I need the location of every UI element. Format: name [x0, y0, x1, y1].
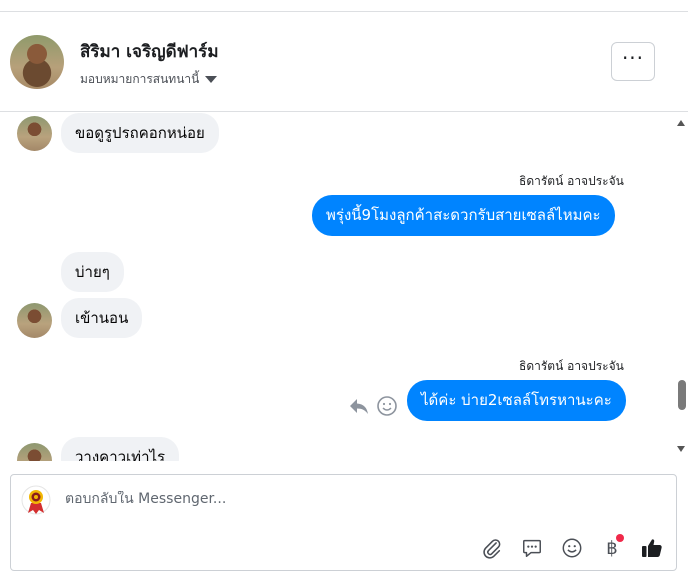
assign-conversation-dropdown[interactable]: มอบหมายการสนทนานี้	[80, 70, 218, 89]
scroll-down-arrow[interactable]	[677, 446, 685, 452]
incoming-message-bubble[interactable]: เข้านอน	[61, 298, 143, 338]
saved-replies-button[interactable]	[518, 534, 546, 562]
thumbs-up-icon	[642, 539, 662, 557]
message-thread[interactable]: ขอดูรูปรถคอกหน่อย ธิดารัตน์ อาจประจัน พร…	[0, 113, 688, 461]
smiley-icon[interactable]	[376, 395, 398, 417]
page-logo-icon	[21, 485, 51, 515]
assign-label: มอบหมายการสนทนานี้	[80, 72, 200, 86]
contact-avatar-small	[17, 116, 52, 151]
emoji-icon	[562, 538, 582, 558]
attach-button[interactable]	[478, 534, 506, 562]
contact-name[interactable]: สิริมา เจริญดีฟาร์ม	[80, 38, 219, 65]
like-button[interactable]	[638, 534, 666, 562]
outgoing-message-bubble[interactable]: ได้ค่ะ บ่าย2เซลล์โทรหานะคะ	[407, 380, 626, 421]
incoming-message-bubble[interactable]: วางคาวเท่าไร	[61, 437, 180, 461]
scrollbar-thumb[interactable]	[678, 380, 686, 410]
payment-button[interactable]: ฿	[598, 534, 626, 562]
paperclip-icon	[483, 539, 501, 559]
contact-avatar-small	[17, 303, 52, 338]
scroll-up-arrow[interactable]	[677, 120, 685, 126]
reply-input[interactable]	[65, 491, 625, 507]
more-horizontal-icon: ···	[621, 45, 645, 70]
incoming-message-bubble[interactable]: ขอดูรูปรถคอกหน่อย	[61, 113, 219, 153]
conversation-header: สิริมา เจริญดีฟาร์ม มอบหมายการสนทนานี้ ·…	[0, 12, 688, 112]
caret-down-icon	[205, 76, 218, 83]
outgoing-message-bubble[interactable]: พรุ่งนี้9โมงลูกค้าสะดวกรับสายเซลล์ไหมคะ	[312, 195, 615, 236]
incoming-message-bubble[interactable]: บ่ายๆ	[61, 252, 124, 292]
message-sender-name: ธิดารัตน์ อาจประจัน	[519, 174, 624, 188]
chat-bubble-icon	[523, 539, 541, 557]
contact-avatar[interactable]	[10, 35, 64, 89]
contact-avatar-small	[17, 443, 52, 461]
reply-icon[interactable]	[348, 396, 370, 416]
message-sender-name: ธิดารัตน์ อาจประจัน	[519, 359, 624, 373]
composer-toolbar: ฿	[478, 534, 666, 562]
message-actions	[348, 395, 398, 417]
emoji-button[interactable]	[558, 534, 586, 562]
notification-dot	[616, 534, 624, 542]
more-options-button[interactable]: ···	[611, 42, 655, 81]
reply-composer: ฿	[10, 474, 677, 571]
page-avatar	[21, 485, 51, 515]
